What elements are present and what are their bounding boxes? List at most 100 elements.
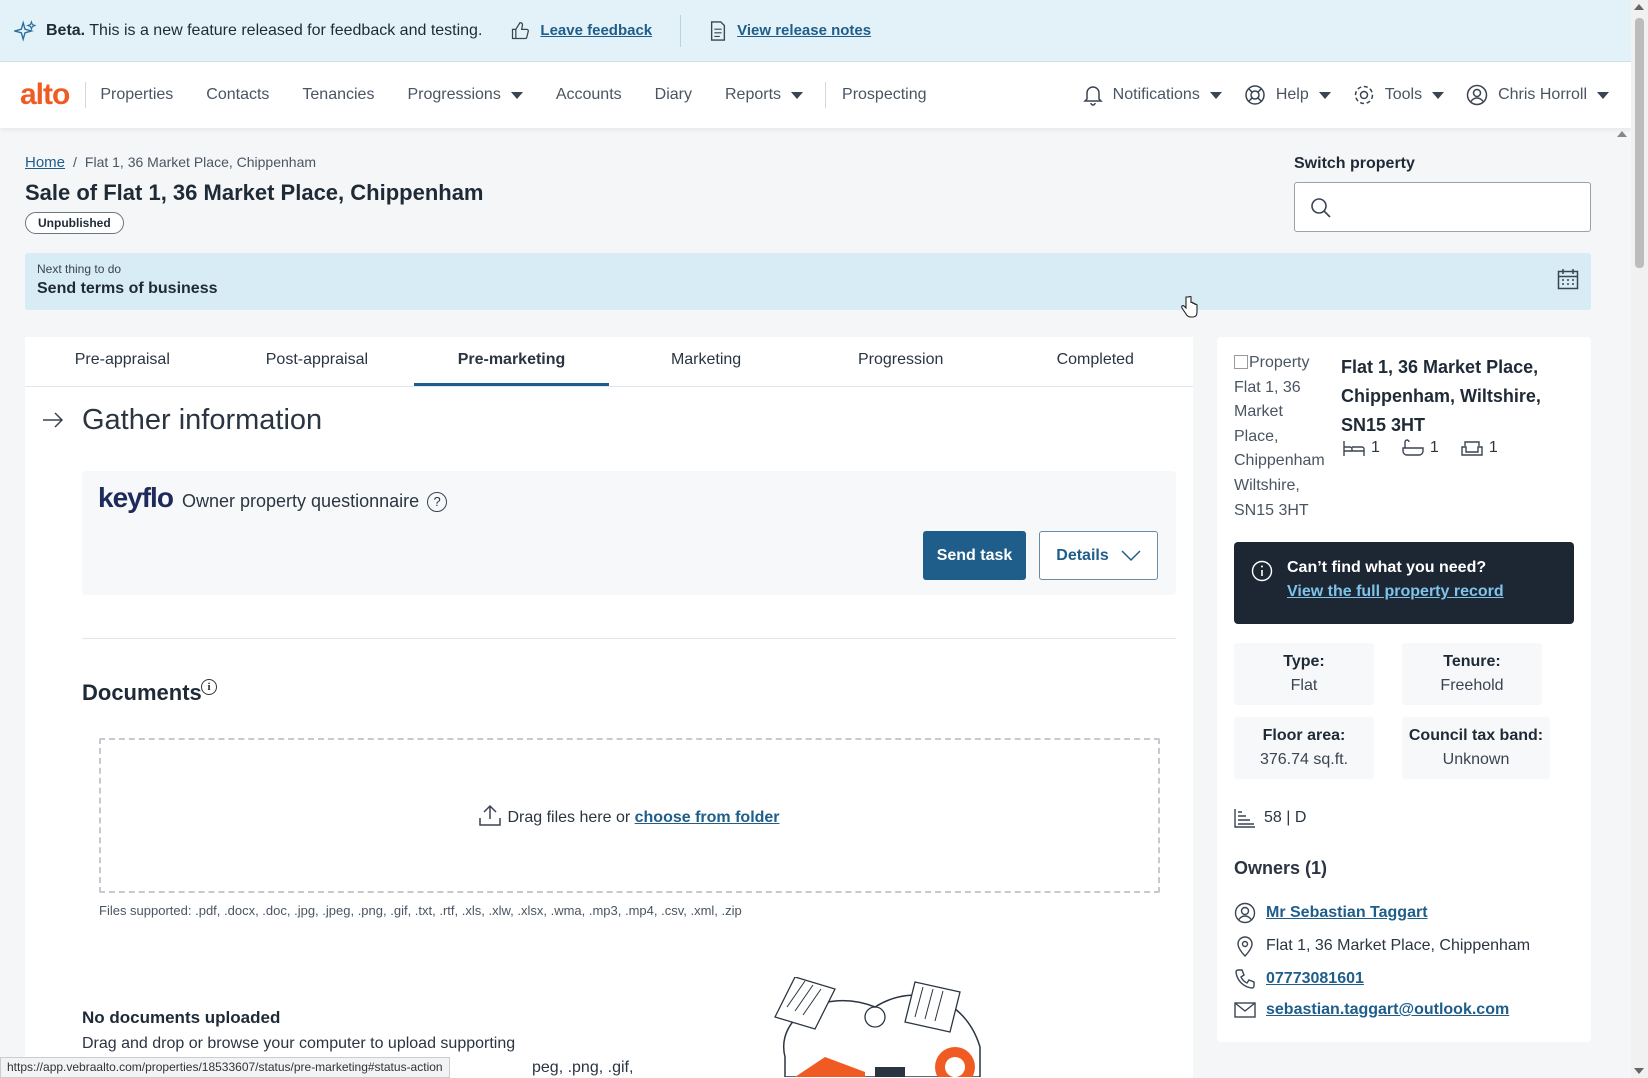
sparkle-icon [14, 19, 36, 42]
switch-property-label: Switch property [1294, 155, 1415, 172]
nav-accounts[interactable]: Accounts [556, 86, 622, 104]
leave-feedback-link[interactable]: Leave feedback [510, 21, 652, 41]
caret-down-icon [1209, 91, 1222, 99]
email-icon [1234, 1002, 1256, 1018]
breadcrumb-home[interactable]: Home [25, 154, 65, 171]
tab-marketing[interactable]: Marketing [609, 337, 804, 386]
property-address: Flat 1, 36 Market Place, Chippenham, Wil… [1341, 357, 1541, 435]
no-documents-text: Drag and drop or browse your computer to… [82, 1035, 516, 1052]
search-icon [1311, 198, 1331, 218]
bathrooms-count: 1 [1429, 439, 1439, 456]
breadcrumb-separator: / [73, 154, 77, 170]
stat-type-value: Flat [1290, 677, 1318, 694]
status-badge: Unpublished [25, 212, 124, 234]
scroll-down-arrow-icon[interactable] [1634, 1068, 1644, 1074]
location-pin-icon [1237, 936, 1253, 957]
stage-tabs: Pre-appraisal Post-appraisal Pre-marketi… [25, 337, 1193, 387]
receptions-count: 1 [1488, 439, 1498, 456]
stat-council-tax: Council tax band: Unknown [1402, 717, 1550, 779]
gather-information-title: Gather information [82, 404, 323, 436]
tab-post-appraisal[interactable]: Post-appraisal [220, 337, 415, 386]
help-menu[interactable]: Help [1244, 84, 1331, 106]
status-bar-url: https://app.vebraalto.com/properties/185… [0, 1057, 450, 1078]
thumbs-up-icon [512, 21, 530, 39]
lifebuoy-icon [1245, 85, 1265, 105]
details-button[interactable]: Details [1039, 531, 1158, 580]
tab-progression[interactable]: Progression [803, 337, 998, 386]
documents-illustration [774, 977, 981, 1077]
stat-council-tax-value: Unknown [1442, 751, 1510, 768]
receptions: 1 [1461, 439, 1498, 457]
user-menu[interactable]: Chris Horroll [1466, 84, 1609, 106]
tab-completed[interactable]: Completed [998, 337, 1193, 386]
send-task-button[interactable]: Send task [923, 531, 1026, 580]
next-thing-label: Next thing to do [37, 262, 122, 276]
release-notes-link[interactable]: View release notes [709, 20, 871, 41]
nav-reports[interactable]: Reports [724, 86, 804, 104]
owners-title: Owners (1) [1234, 858, 1328, 878]
stat-floor-area: Floor area: 376.74 sq.ft. [1234, 717, 1374, 779]
window-scrollbar[interactable] [1631, 0, 1648, 1078]
owner-email-link[interactable]: sebastian.taggart@outlook.com [1266, 1001, 1509, 1019]
choose-from-folder-link[interactable]: choose from folder [635, 809, 780, 826]
scroll-up-arrow-icon[interactable] [1634, 4, 1644, 10]
no-documents-title: No documents uploaded [82, 1008, 281, 1027]
bedrooms-count: 1 [1371, 439, 1380, 456]
nav-reports-label: Reports [724, 86, 782, 103]
document-icon [711, 20, 726, 41]
nav-progressions[interactable]: Progressions [407, 86, 523, 104]
epc-rating: 58 | D [1234, 808, 1306, 828]
scroll-thumb[interactable] [1635, 18, 1644, 268]
nav-contacts[interactable]: Contacts [206, 86, 269, 104]
tools-menu[interactable]: Tools [1353, 84, 1445, 106]
gear-icon [1354, 85, 1373, 105]
epc-value: 58 | D [1264, 809, 1307, 826]
bathrooms: 1 [1402, 439, 1439, 457]
calendar-icon[interactable] [1557, 268, 1579, 290]
next-thing-banner: Next thing to do Send terms of business [25, 253, 1591, 310]
phone-icon [1235, 969, 1255, 989]
divider [82, 638, 1176, 639]
file-dropzone[interactable]: Drag files here or choose from folder [99, 738, 1160, 893]
tools-label: Tools [1384, 86, 1423, 103]
user-avatar-icon [1466, 84, 1488, 106]
help-icon[interactable]: ? [427, 491, 448, 512]
switch-property-input[interactable] [1294, 182, 1591, 232]
questionnaire-title: Owner property questionnaire? [182, 491, 448, 512]
property-image-alt: Property Flat 1, 36 Market Place, Chippe… [1234, 354, 1325, 519]
content-scroll-up-icon[interactable] [1617, 131, 1627, 137]
alto-logo[interactable]: alto [20, 78, 70, 112]
arrow-right-icon [43, 412, 64, 428]
user-label: Chris Horroll [1498, 86, 1587, 103]
help-label: Help [1275, 86, 1309, 103]
no-documents-text-continued: peg, .png, .gif, [532, 1059, 634, 1076]
notifications-menu[interactable]: Notifications [1082, 84, 1222, 106]
bedrooms: 1 [1343, 439, 1380, 457]
full-property-record-link[interactable]: View the full property record [1287, 583, 1504, 601]
upload-icon [479, 804, 502, 826]
hand-cursor-icon [1181, 296, 1198, 318]
stat-floor-area-value: 376.74 sq.ft. [1259, 751, 1349, 768]
divider [825, 82, 827, 108]
notifications-label: Notifications [1112, 86, 1200, 103]
nav-properties[interactable]: Properties [100, 86, 173, 104]
breadcrumb-current: Flat 1, 36 Market Place, Chippenham [84, 154, 317, 170]
callout-title: Can’t find what you need? [1287, 559, 1487, 576]
nav-tenancies[interactable]: Tenancies [302, 86, 374, 104]
info-icon [1251, 560, 1273, 582]
supported-file-types: Files supported: .pdf, .docx, .doc, .jpg… [99, 903, 742, 918]
caret-down-icon [1318, 91, 1331, 99]
nav-diary[interactable]: Diary [655, 86, 692, 104]
info-icon[interactable]: i [201, 679, 217, 695]
stat-floor-area-label: Floor area: [1262, 727, 1346, 744]
full-record-callout: Can’t find what you need? View the full … [1234, 542, 1574, 624]
tab-pre-appraisal[interactable]: Pre-appraisal [25, 337, 220, 386]
owner-address-row: Flat 1, 36 Market Place, Chippenham [1234, 935, 1530, 957]
owner-phone-row: 07773081601 [1234, 968, 1364, 990]
owner-name-link[interactable]: Mr Sebastian Taggart [1266, 904, 1428, 922]
tab-pre-marketing[interactable]: Pre-marketing [414, 337, 609, 386]
owner-phone-link[interactable]: 07773081601 [1266, 970, 1364, 988]
bath-icon [1402, 439, 1424, 456]
nav-prospecting[interactable]: Prospecting [842, 86, 927, 104]
dropzone-text: Drag files here or choose from folder [101, 804, 1158, 827]
